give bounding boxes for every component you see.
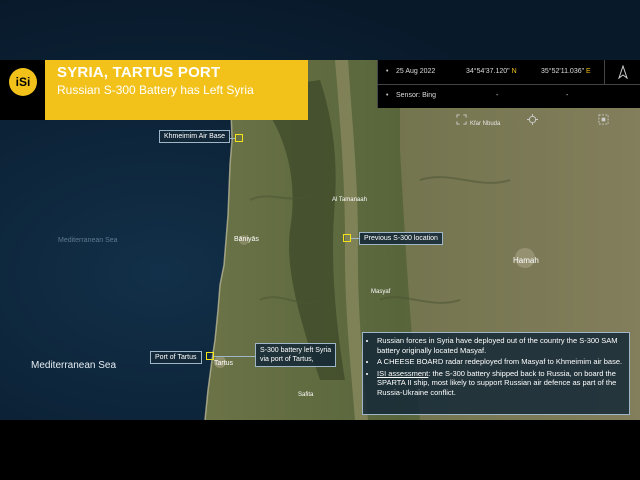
isi-logo-mark: iSi	[9, 68, 37, 96]
image-info-panel: • 25 Aug 2022 34°54'37.120" N 35°52'11.0…	[377, 60, 640, 125]
leader-previous-location	[351, 238, 359, 239]
longitude: 35°52'11.036" E	[541, 68, 591, 75]
label-tartus: Tartus	[214, 360, 234, 367]
separator-dash-1: -	[496, 92, 499, 99]
label-baniyas: Bāniyās	[234, 236, 259, 243]
label-mediterranean-sea: Mediterranean Sea	[31, 360, 117, 371]
screenshot-frame: Mediterranean Sea Mediterranean Sea Bāni…	[0, 0, 640, 480]
label-kfar-nbuda: Kfar Nbuda	[470, 121, 501, 127]
info-bullet-1: Russian forces in Syria have deployed ou…	[377, 336, 624, 355]
label-masyaf: Masyaf	[371, 289, 391, 295]
page-title: SYRIA, TARTUS PORT	[57, 64, 221, 81]
longitude-hemisphere: E	[586, 68, 591, 75]
info-row-sensor: • Sensor: Bing - -	[378, 84, 640, 125]
grid-icon	[598, 114, 609, 125]
callout-khmeimim-air-base: Khmeimim Air Base	[159, 130, 231, 143]
bottom-bar	[0, 420, 640, 480]
expand-icon	[456, 114, 467, 125]
isi-assessment-label: ISI assessment	[377, 368, 429, 378]
info-bullet-2: A CHEESE BOARD radar redeployed from Mas…	[377, 357, 624, 367]
callout-left-syria-line2: via port of Tartus,	[260, 356, 314, 363]
label-safita: Safita	[298, 392, 314, 398]
date-bullet: •	[386, 68, 389, 75]
leader-khmeimim	[230, 138, 235, 139]
sensor: Sensor: Bing	[396, 92, 437, 99]
north-arrow-icon	[618, 65, 628, 79]
callout-port-of-tartus: Port of Tartus	[150, 351, 202, 364]
latitude: 34°54'37.120" N	[466, 68, 517, 75]
isi-logo: iSi	[0, 60, 45, 120]
callout-left-syria: S-300 battery left Syria via port of Tar…	[255, 343, 337, 367]
title-box: SYRIA, TARTUS PORT Russian S-300 Battery…	[45, 60, 308, 120]
leader-left-syria	[214, 356, 255, 357]
assessment-info-box: Russian forces in Syria have deployed ou…	[362, 332, 630, 415]
latitude-hemisphere: N	[511, 68, 517, 75]
target-khmeimim	[235, 134, 243, 142]
label-mediterranean-sea-faint: Mediterranean Sea	[58, 237, 118, 244]
label-hamah: Hamah	[513, 256, 539, 265]
target-port-of-tartus	[206, 352, 214, 360]
info-bullet-3: ISI assessment: the S-300 battery shippe…	[377, 369, 624, 398]
info-row-date-coords: • 25 Aug 2022 34°54'37.120" N 35°52'11.0…	[378, 60, 640, 85]
target-previous-location	[343, 234, 351, 242]
page-subtitle: Russian S-300 Battery has Left Syria	[57, 83, 254, 97]
separator-dash-2: -	[566, 92, 569, 99]
image-date: 25 Aug 2022	[396, 68, 436, 75]
callout-previous-s300-location: Previous S-300 location	[359, 232, 443, 245]
longitude-value: 35°52'11.036"	[541, 68, 585, 75]
panel-divider	[604, 60, 605, 84]
latitude-value: 34°54'37.120"	[466, 68, 510, 75]
callout-left-syria-line1: S-300 battery left Syria	[260, 347, 332, 354]
crosshair-icon	[527, 114, 538, 125]
sensor-bullet: •	[386, 92, 389, 99]
label-al-tamaniah: Al Tamanaah	[332, 197, 367, 203]
